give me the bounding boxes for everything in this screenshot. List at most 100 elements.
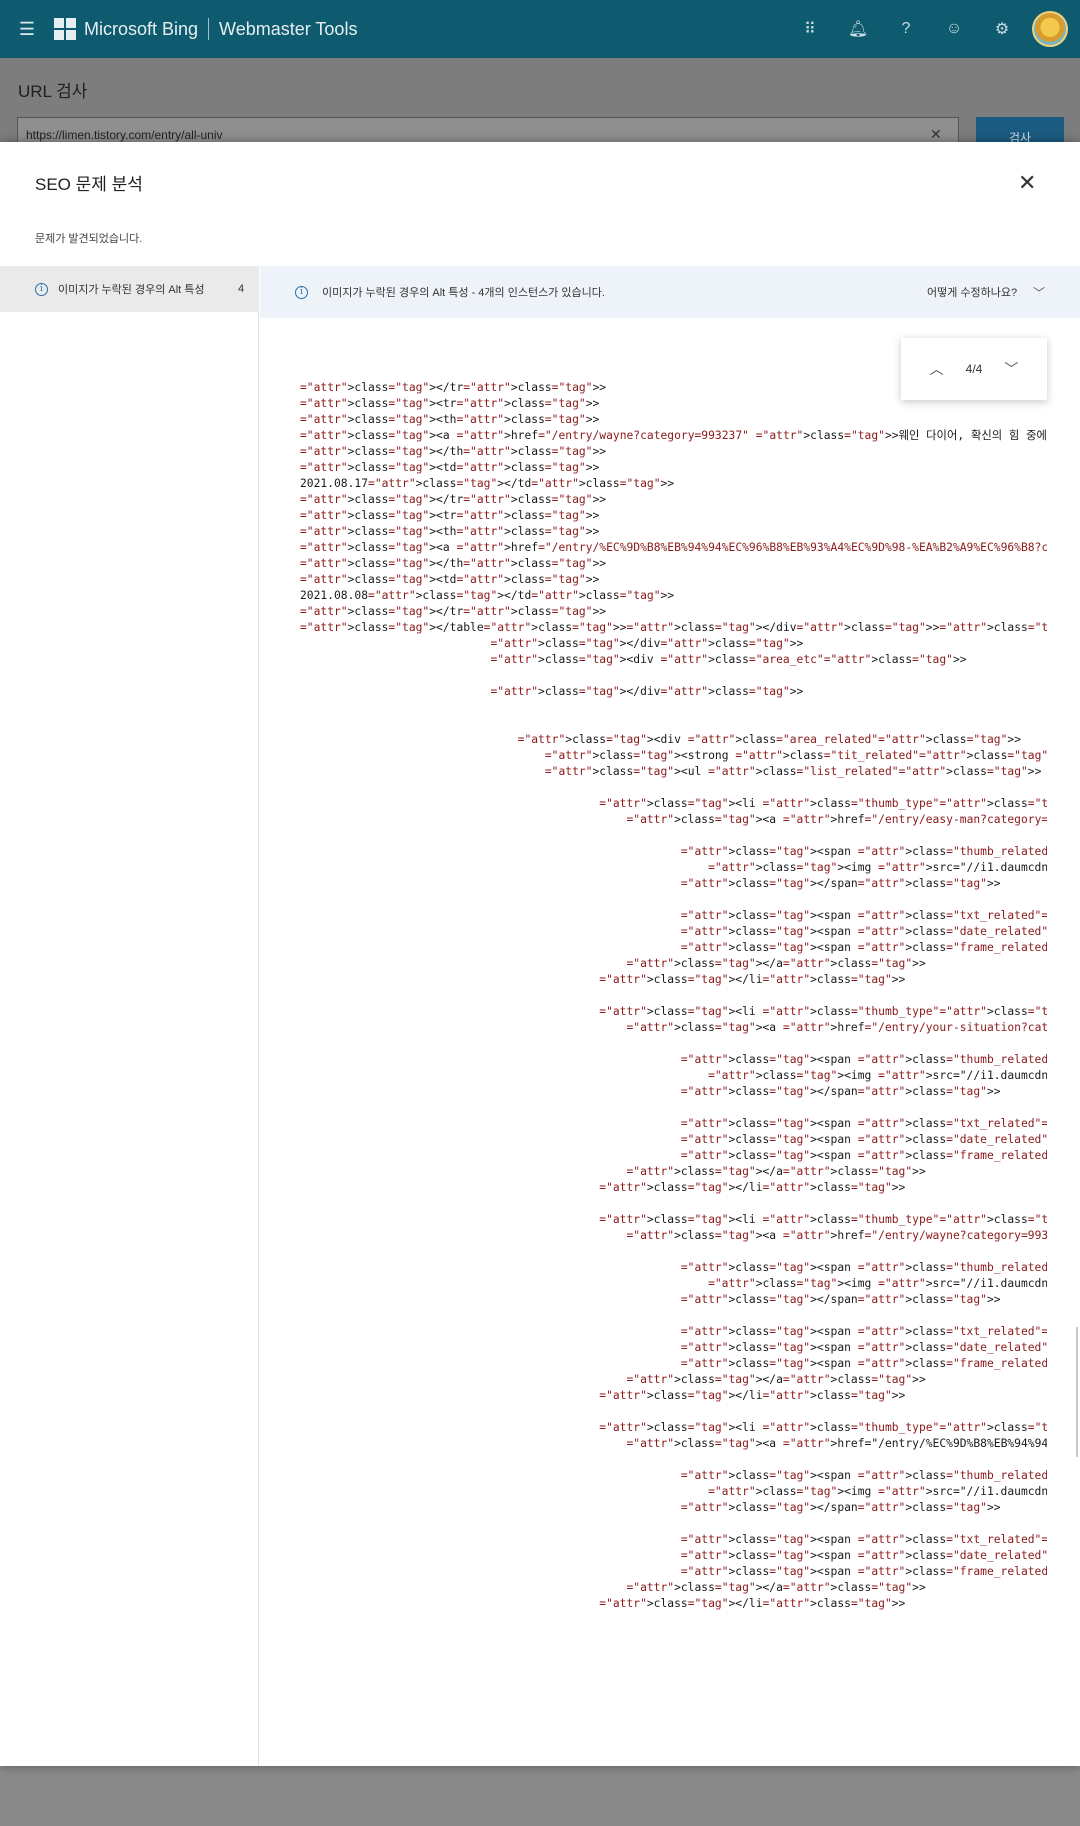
page-title: URL 검사	[18, 82, 88, 101]
product-name[interactable]: Webmaster Tools	[219, 19, 357, 40]
bing-logo[interactable]: Microsoft Bing	[54, 18, 198, 40]
code-line: ="attr">class="tag"><span ="attr">class=…	[680, 941, 1047, 954]
code-line: ="attr">class="tag"></div="attr">class="…	[490, 637, 804, 650]
microsoft-logo-icon	[54, 18, 76, 40]
code-line: ="attr">class="tag"><span ="attr">class=…	[680, 1117, 1047, 1130]
code-line: ="attr">class="tag"></span="attr">class=…	[680, 877, 1001, 890]
chevron-up-icon[interactable]: ︿	[930, 359, 944, 379]
code-line: ="attr">class="tag"><span ="attr">class=…	[680, 1133, 1047, 1146]
code-line: ="attr">class="tag"><strong ="attr">clas…	[544, 749, 1047, 762]
panel-title: SEO 문제 분석	[35, 175, 143, 194]
code-line: ="attr">class="tag"></table="attr">class…	[300, 621, 1047, 634]
code-line: ="attr">class="tag"><img ="attr">src="//…	[708, 1069, 1047, 1082]
brand-name: Microsoft Bing	[84, 18, 199, 39]
code-line: ="attr">class="tag"><span ="attr">class=…	[680, 1149, 1047, 1162]
code-line: ="attr">class="tag"></a="attr">class="ta…	[626, 1165, 926, 1178]
code-line: ="attr">class="tag"></a="attr">class="ta…	[626, 957, 926, 970]
code-line: ="attr">class="tag"><img ="attr">src="//…	[708, 1485, 1047, 1498]
code-line: ="attr">class="tag"><td="attr">class="ta…	[300, 573, 600, 586]
code-line: ="attr">class="tag"><span ="attr">class=…	[680, 1469, 1047, 1482]
code-line: ="attr">class="tag"></li="attr">class="t…	[599, 973, 906, 986]
code-line: ="attr">class="tag"><li ="attr">class="t…	[599, 1005, 1047, 1018]
code-line: ="attr">class="tag"><span ="attr">class=…	[680, 1549, 1047, 1562]
apps-icon[interactable]: ⠿	[786, 19, 834, 39]
source-code: ="attr">class="tag"></tr="attr">class="t…	[300, 380, 1047, 1624]
sidebar-item-label: 이미지가 누락된 경우의 Alt 특성	[58, 284, 205, 296]
clear-icon[interactable]: ✕	[930, 126, 942, 143]
sidebar-item-alt-attribute[interactable]: i 이미지가 누락된 경우의 Alt 특성 4	[0, 266, 259, 312]
settings-icon[interactable]: ⚙	[978, 19, 1026, 39]
code-line: ="attr">class="tag"><a ="attr">href="/en…	[626, 1437, 1047, 1450]
code-line: ="attr">class="tag"></li="attr">class="t…	[599, 1181, 906, 1194]
code-line: ="attr">class="tag"><li ="attr">class="t…	[599, 1421, 1047, 1434]
code-line: ="attr">class="tag"><div ="attr">class="…	[490, 653, 967, 666]
code-line: ="attr">class="tag"></span="attr">class=…	[680, 1085, 1001, 1098]
issues-sidebar: i 이미지가 누락된 경우의 Alt 특성 4	[0, 266, 259, 1766]
code-line: ="attr">class="tag"></tr="attr">class="t…	[300, 605, 607, 618]
sidebar-item-count: 4	[238, 283, 245, 295]
code-line: ="attr">class="tag"><th="attr">class="ta…	[300, 525, 600, 538]
code-line: ="attr">class="tag"><img ="attr">src="//…	[708, 861, 1047, 874]
panel-subtitle: 문제가 발견되었습니다.	[35, 233, 143, 245]
code-line: ="attr">class="tag"><ul ="attr">class="l…	[544, 765, 1042, 778]
code-line: ="attr">class="tag"><span ="attr">class=…	[680, 1325, 1047, 1338]
code-line: ="attr">class="tag"><tr="attr">class="ta…	[300, 509, 600, 522]
code-line: ="attr">class="tag"></th="attr">class="t…	[300, 445, 607, 458]
code-line: ="attr">class="tag"></li="attr">class="t…	[599, 1389, 906, 1402]
code-line: ="attr">class="tag"><span ="attr">class=…	[680, 1565, 1047, 1578]
code-line: ="attr">class="tag"><li ="attr">class="t…	[599, 1213, 1047, 1226]
code-line: ="attr">class="tag"><li ="attr">class="t…	[599, 797, 1047, 810]
bell-icon[interactable]: 🔔︎	[834, 19, 882, 39]
code-line: ="attr">class="tag"><span ="attr">class=…	[680, 925, 1047, 938]
code-line: ="attr">class="tag"><a ="attr">href="/en…	[626, 813, 1047, 826]
avatar[interactable]	[1032, 11, 1068, 47]
code-line: ="attr">class="tag"></tr="attr">class="t…	[300, 493, 607, 506]
code-line: 2021.08.08="attr">class="tag"></td="attr…	[300, 589, 675, 602]
header-actions: ⠿ 🔔︎ ? ☺ ⚙	[786, 0, 1080, 58]
feedback-icon[interactable]: ☺	[930, 20, 978, 38]
help-icon[interactable]: ?	[882, 20, 930, 38]
code-line: ="attr">class="tag"><span ="attr">class=…	[680, 1341, 1047, 1354]
code-line: ="attr">class="tag"><a ="attr">href="/en…	[626, 1021, 1047, 1034]
instance-navigator: ︿ 4/4 ﹀	[901, 338, 1047, 400]
code-line: ="attr">class="tag"></span="attr">class=…	[680, 1501, 1001, 1514]
code-line: ="attr">class="tag"></a="attr">class="ta…	[626, 1581, 926, 1594]
code-line: ="attr">class="tag"></span="attr">class=…	[680, 1293, 1001, 1306]
code-line: ="attr">class="tag"><span ="attr">class=…	[680, 1533, 1047, 1546]
code-line: ="attr">class="tag"></div="attr">class="…	[490, 685, 804, 698]
code-line: ="attr">class="tag"><span ="attr">class=…	[680, 1357, 1047, 1370]
code-line: ="attr">class="tag"></th="attr">class="t…	[300, 557, 607, 570]
code-line: ="attr">class="tag"><span ="attr">class=…	[680, 1053, 1047, 1066]
menu-icon[interactable]: ☰	[0, 0, 54, 58]
code-line: ="attr">class="tag"><span ="attr">class=…	[680, 909, 1047, 922]
instance-position: 4/4	[965, 362, 983, 376]
scrollbar[interactable]	[1076, 1327, 1078, 1457]
code-line: ="attr">class="tag"></li="attr">class="t…	[599, 1597, 906, 1610]
top-bar: ☰ Microsoft Bing Webmaster Tools ⠿ 🔔︎ ? …	[0, 0, 1080, 58]
code-line: ="attr">class="tag"><a ="attr">href="/en…	[626, 1229, 1047, 1242]
code-line: ="attr">class="tag"><a ="attr">href="/en…	[300, 429, 1047, 442]
code-line: ="attr">class="tag"><td="attr">class="ta…	[300, 461, 600, 474]
code-line: ="attr">class="tag"><a ="attr">href="/en…	[300, 541, 1047, 554]
code-line: 2021.08.17="attr">class="tag"></td="attr…	[300, 477, 675, 490]
code-line: ="attr">class="tag"></a="attr">class="ta…	[626, 1373, 926, 1386]
chevron-down-icon[interactable]: ﹀	[1004, 359, 1018, 379]
code-line: ="attr">class="tag"><img ="attr">src="//…	[708, 1277, 1047, 1290]
code-line: ="attr">class="tag"><span ="attr">class=…	[680, 1261, 1047, 1274]
